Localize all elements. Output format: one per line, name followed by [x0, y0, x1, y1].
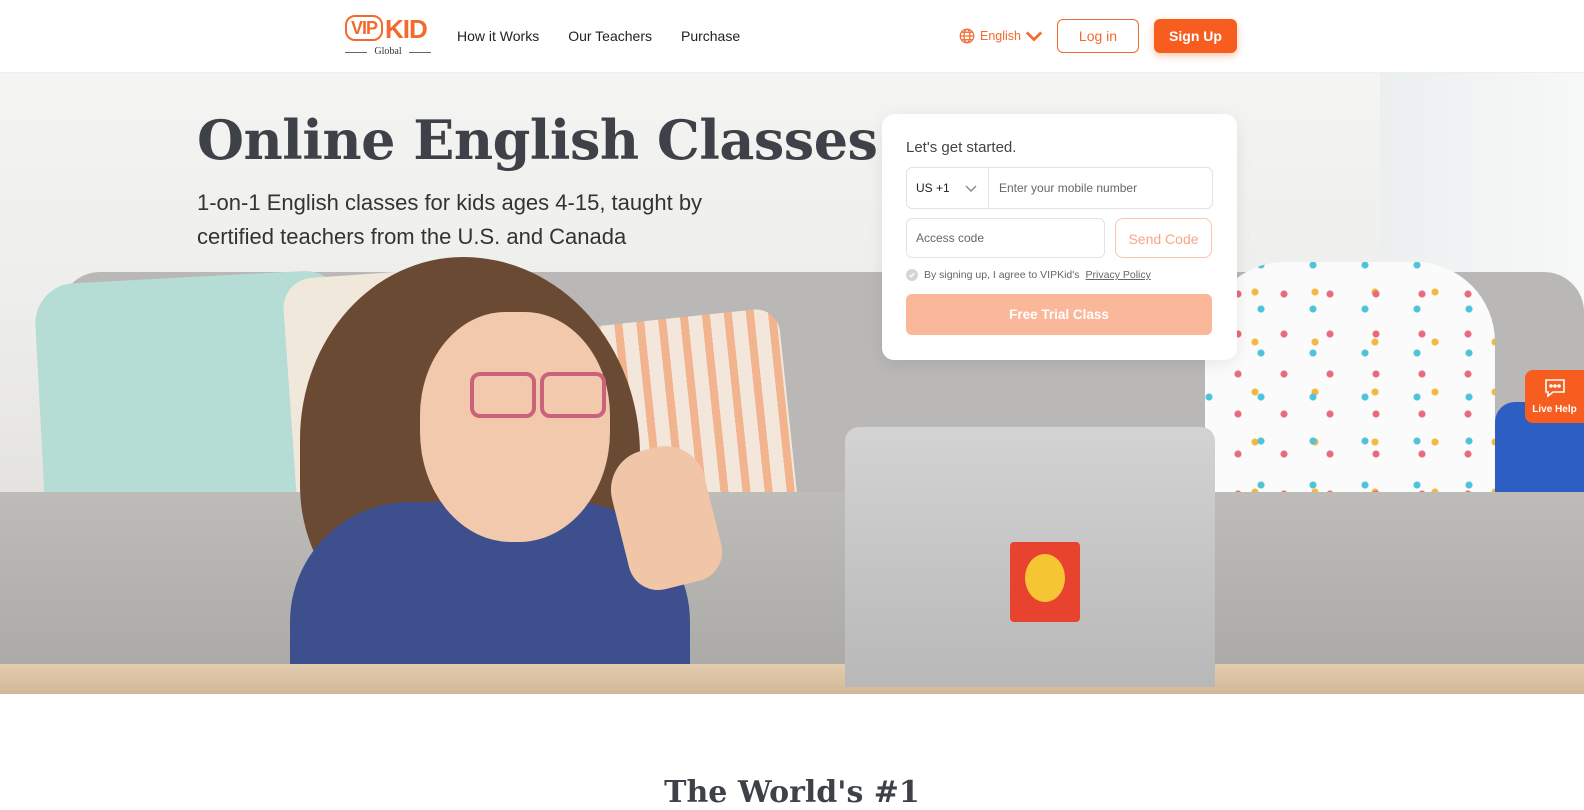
nav-our-teachers[interactable]: Our Teachers: [568, 28, 652, 44]
laptop: [845, 427, 1215, 687]
signup-card: Let's get started. US +1 Send Code By si…: [882, 114, 1237, 360]
hero-subtitle: 1-on-1 English classes for kids ages 4-1…: [197, 190, 703, 249]
language-label: English: [980, 29, 1021, 43]
privacy-agreement: By signing up, I agree to VIPKid's Priva…: [906, 269, 1151, 281]
sofa-seat: [0, 492, 1584, 692]
check-icon: [909, 272, 915, 278]
globe-icon: [959, 28, 975, 44]
signup-card-title: Let's get started.: [906, 139, 1017, 156]
girl-face: [420, 312, 610, 542]
country-code-select[interactable]: US +1: [907, 168, 989, 208]
signup-button[interactable]: Sign Up: [1154, 19, 1237, 53]
site-header: VIP KID Global How it Works Our Teachers …: [0, 0, 1584, 73]
logo-wordmark: VIP KID: [345, 14, 428, 45]
wooden-table: [0, 664, 1584, 694]
laptop-sticker: [1010, 542, 1080, 622]
send-code-button[interactable]: Send Code: [1115, 218, 1212, 258]
main-nav: How it Works Our Teachers Purchase: [457, 28, 740, 44]
login-button[interactable]: Log in: [1057, 19, 1139, 53]
phone-field-group: US +1: [906, 167, 1213, 209]
access-code-input[interactable]: [906, 218, 1105, 258]
hero-title: Online English Classes: [197, 108, 878, 172]
chat-icon: [1544, 379, 1565, 398]
girl-glasses: [470, 372, 610, 418]
logo-subtitle: Global: [345, 46, 431, 57]
nav-how-it-works[interactable]: How it Works: [457, 28, 539, 44]
privacy-policy-link[interactable]: Privacy Policy: [1086, 269, 1151, 281]
vipkid-logo[interactable]: VIP KID Global: [345, 14, 431, 60]
live-help-label: Live Help: [1532, 404, 1577, 415]
language-selector[interactable]: English: [958, 27, 1043, 45]
live-help-button[interactable]: Live Help: [1525, 370, 1584, 423]
agree-text: By signing up, I agree to VIPKid's: [924, 269, 1080, 281]
chevron-down-icon: [1025, 31, 1043, 42]
free-trial-button[interactable]: Free Trial Class: [906, 294, 1212, 335]
agree-checkbox[interactable]: [906, 269, 918, 281]
country-code-value: US +1: [916, 181, 950, 195]
chevron-down-icon: [965, 185, 977, 192]
nav-purchase[interactable]: Purchase: [681, 28, 740, 44]
mobile-number-input[interactable]: [990, 168, 1210, 208]
